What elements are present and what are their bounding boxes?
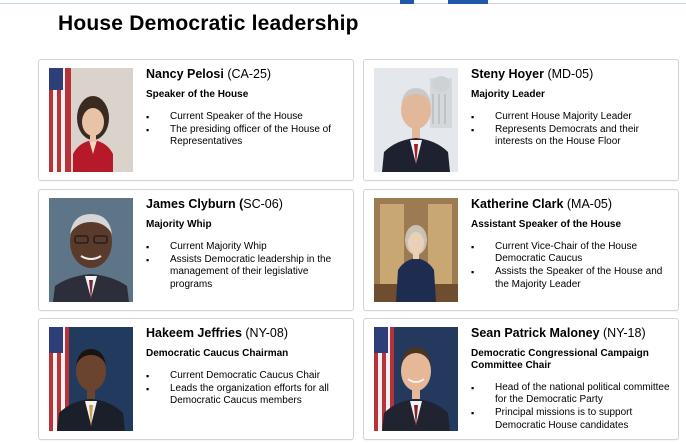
leader-card-pelosi: Nancy Pelosi (CA-25) Speaker of the Hous… — [38, 59, 354, 181]
leader-bullets: Head of the national political committee… — [471, 382, 672, 432]
bullet-item: Current Majority Whip — [146, 241, 347, 253]
leader-card-clark: Katherine Clark (MA-05) Assistant Speake… — [363, 189, 679, 311]
leader-card-maloney: Sean Patrick Maloney (NY-18) Democratic … — [363, 318, 679, 440]
portrait-photo — [374, 68, 458, 172]
leader-card-clyburn: James Clyburn (SC-06) Majority Whip Curr… — [38, 189, 354, 311]
leader-role: Majority Whip — [146, 219, 212, 230]
leader-bullets: Current Majority Whip Assists Democratic… — [146, 241, 347, 291]
leader-name: Hakeem Jeffries (NY-08) — [146, 326, 288, 340]
bullet-item: Represents Democrats and their interests… — [471, 124, 672, 148]
bullet-item: Leads the organization efforts for all D… — [146, 383, 347, 407]
portrait-photo — [374, 198, 458, 302]
leader-bullets: Current House Majority Leader Represents… — [471, 111, 672, 149]
portrait-photo — [374, 327, 458, 431]
page-title: House Democratic leadership — [58, 12, 359, 35]
bullet-item: Principal missions is to support Democra… — [471, 407, 672, 431]
bullet-item: Assists the Speaker of the House and the… — [471, 266, 672, 290]
leader-name: Steny Hoyer (MD-05) — [471, 67, 594, 81]
leader-name: Sean Patrick Maloney (NY-18) — [471, 326, 646, 340]
leader-card-jeffries: Hakeem Jeffries (NY-08) Democratic Caucu… — [38, 318, 354, 440]
bullet-item: Current Democratic Caucus Chair — [146, 370, 347, 382]
bullet-item: Current Vice-Chair of the House Democrat… — [471, 241, 672, 265]
portrait-photo — [49, 68, 133, 172]
leader-bullets: Current Speaker of the House The presidi… — [146, 111, 347, 149]
leader-bullets: Current Vice-Chair of the House Democrat… — [471, 241, 672, 291]
leader-name: James Clyburn (SC-06) — [146, 197, 283, 211]
bullet-item: Current Speaker of the House — [146, 111, 347, 123]
leader-role: Democratic Caucus Chairman — [146, 348, 289, 359]
bullet-item: Assists Democratic leadership in the man… — [146, 254, 347, 291]
leader-card-hoyer: Steny Hoyer (MD-05) Majority Leader Curr… — [363, 59, 679, 181]
bullet-item: Current House Majority Leader — [471, 111, 672, 123]
leader-role: Majority Leader — [471, 89, 545, 100]
leader-bullets: Current Democratic Caucus Chair Leads th… — [146, 370, 347, 408]
leader-name: Katherine Clark (MA-05) — [471, 197, 613, 211]
leader-role: Democratic Congressional Campaign Commit… — [471, 348, 649, 371]
leader-name: Nancy Pelosi (CA-25) — [146, 67, 272, 81]
bullet-item: The presiding officer of the House of Re… — [146, 124, 347, 148]
leader-role: Speaker of the House — [146, 89, 249, 100]
header-decoration — [0, 0, 686, 6]
leader-role: Assistant Speaker of the House — [471, 219, 622, 230]
bullet-item: Head of the national political committee… — [471, 382, 672, 406]
portrait-photo — [49, 198, 133, 302]
portrait-photo — [49, 327, 133, 431]
